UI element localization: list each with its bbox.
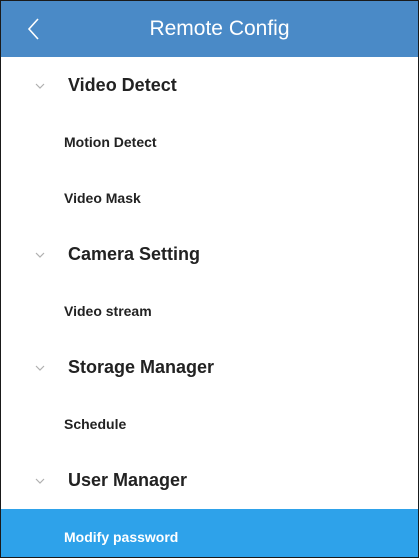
chevron-left-icon bbox=[27, 18, 39, 40]
group-label: Storage Manager bbox=[68, 357, 215, 377]
menu-item-schedule[interactable]: Schedule bbox=[1, 396, 418, 452]
back-button[interactable] bbox=[23, 15, 47, 43]
chevron-down-icon bbox=[33, 250, 47, 260]
config-menu: Video Detect Motion Detect Video Mask Ca… bbox=[1, 57, 418, 557]
group-storage-manager[interactable]: Storage Manager bbox=[1, 339, 418, 396]
menu-item-motion-detect[interactable]: Motion Detect bbox=[1, 114, 418, 170]
group-label: Camera Setting bbox=[68, 244, 201, 264]
menu-item-modify-password[interactable]: Modify password bbox=[1, 509, 418, 557]
page-title: Remote Config bbox=[149, 17, 290, 40]
chevron-down-icon bbox=[33, 476, 47, 486]
chevron-down-icon bbox=[33, 363, 47, 373]
group-label: User Manager bbox=[68, 470, 188, 490]
title-bar: Remote Config bbox=[1, 1, 418, 57]
group-camera-setting[interactable]: Camera Setting bbox=[1, 226, 418, 283]
group-label: Video Detect bbox=[68, 75, 177, 95]
chevron-down-icon bbox=[33, 81, 47, 91]
group-video-detect[interactable]: Video Detect bbox=[1, 57, 418, 114]
menu-item-video-stream[interactable]: Video stream bbox=[1, 283, 418, 339]
menu-item-video-mask[interactable]: Video Mask bbox=[1, 170, 418, 226]
app-frame: Remote Config Video Detect Motion Detect… bbox=[0, 0, 419, 558]
group-user-manager[interactable]: User Manager bbox=[1, 452, 418, 509]
